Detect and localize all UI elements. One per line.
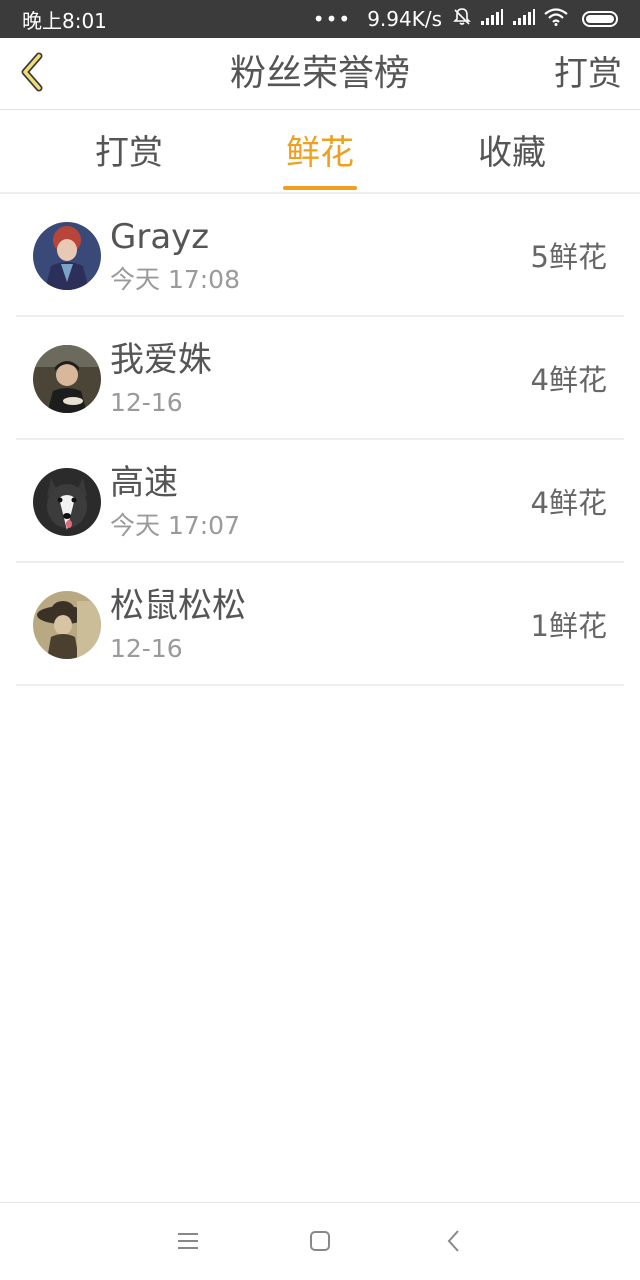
system-nav-bar [0,1202,640,1280]
status-dots: ••• [312,7,352,31]
list-item[interactable]: 松鼠松松 12-16 1鲜花 [16,563,624,686]
tab-label: 收藏 [478,133,546,173]
list-item[interactable]: 我爱姝 12-16 4鲜花 [16,317,624,440]
fan-name: 我爱姝 [110,340,212,380]
list-item[interactable]: 高速 今天 17:07 4鲜花 [16,440,624,563]
back-nav-button[interactable] [434,1225,474,1261]
flower-count: 4鲜花 [530,363,607,397]
menu-icon [177,1231,199,1255]
fan-time: 今天 17:08 [110,265,240,294]
signal-icon [512,7,536,31]
app-header: 粉丝荣誉榜 打赏 [0,38,640,110]
signal-icon [480,7,504,31]
reward-button[interactable]: 打赏 [554,52,622,96]
avatar[interactable] [33,591,101,659]
status-bar: 晚上8:01 ••• 9.94K/s [0,0,640,38]
network-speed: 9.94K/s [367,7,442,31]
bell-muted-icon [452,7,472,32]
page-title: 粉丝荣誉榜 [229,53,410,94]
home-button[interactable] [300,1225,340,1261]
battery-icon [582,11,618,27]
tab-label: 打赏 [95,133,163,173]
tab-label: 鲜花 [286,133,354,173]
avatar[interactable] [33,222,101,290]
fan-time: 今天 17:07 [110,511,240,540]
flower-count: 1鲜花 [530,609,607,643]
fan-ranking-list: Grayz 今天 17:08 5鲜花 我爱姝 12-16 4鲜花 高速 今天 1… [16,194,624,686]
status-time: 晚上8:01 [22,8,107,33]
home-square-icon [309,1230,331,1256]
fan-name: 高速 [110,463,178,503]
list-item[interactable]: Grayz 今天 17:08 5鲜花 [16,194,624,317]
fan-time: 12-16 [110,634,183,663]
menu-button[interactable] [168,1225,208,1261]
fan-name: 松鼠松松 [110,586,246,626]
flower-count: 5鲜花 [530,240,607,274]
back-arrow-icon [446,1229,462,1257]
tab-bar: 打赏 鲜花 收藏 [0,110,640,194]
tab-flowers[interactable]: 鲜花 [283,130,357,190]
active-tab-indicator [283,186,357,190]
tab-favorites[interactable]: 收藏 [476,130,548,190]
tab-reward[interactable]: 打赏 [93,130,165,190]
avatar[interactable] [33,468,101,536]
flower-count: 4鲜花 [530,486,607,520]
avatar[interactable] [33,345,101,413]
fan-time: 12-16 [110,388,183,417]
wifi-icon [544,7,568,31]
fan-name: Grayz [110,217,210,257]
